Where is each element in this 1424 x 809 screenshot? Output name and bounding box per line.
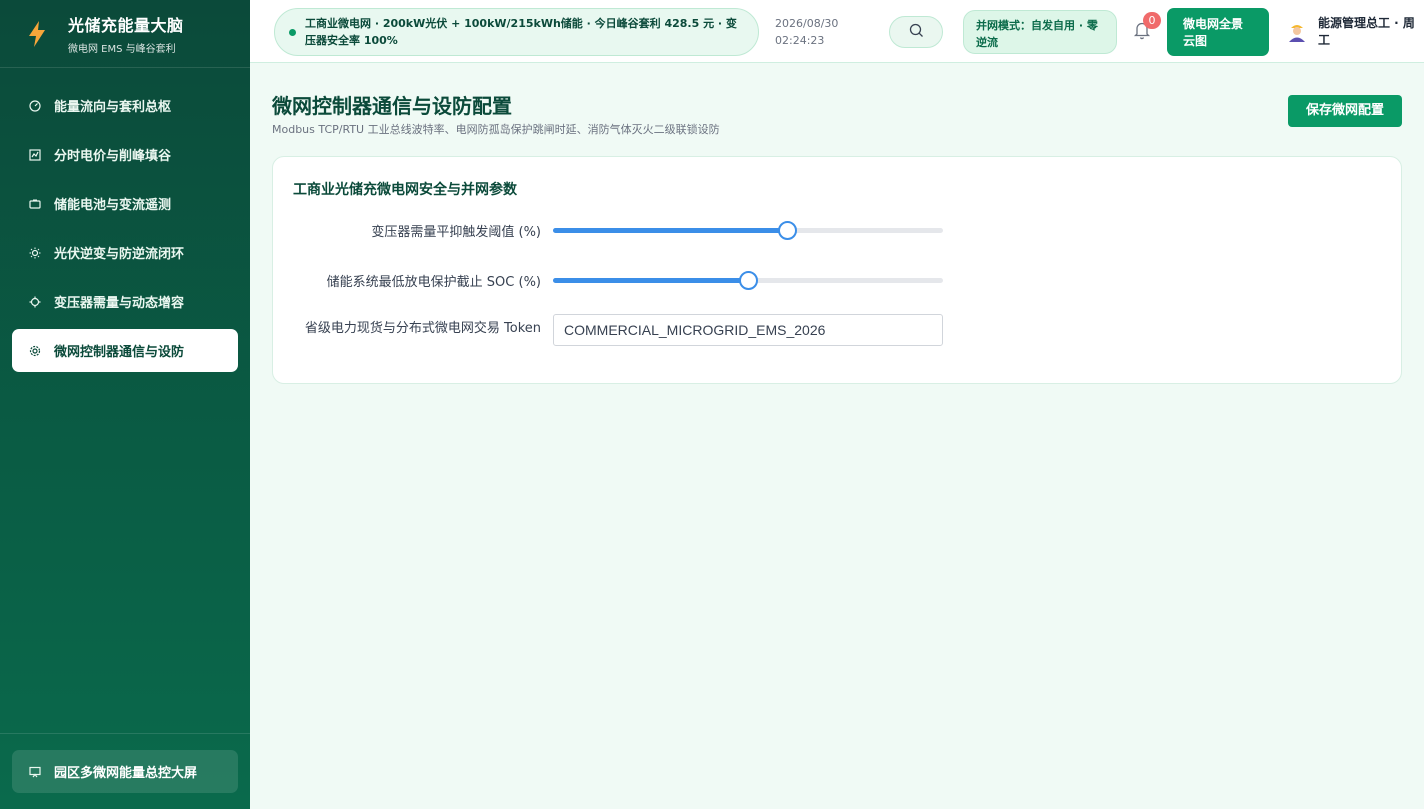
sidebar-item-label: 分时电价与削峰填谷 <box>54 149 172 164</box>
park-dashboard-label: 园区多微网能量总控大屏 <box>54 766 198 781</box>
brand: 光储充能量大脑 微电网 EMS 与峰谷套利 <box>0 0 250 68</box>
status-text: 工商业微电网 · 200kW光伏 + 100kW/215kWh储能 · 今日峰谷… <box>305 17 737 47</box>
sidebar-item-energy-flow[interactable]: 能量流向与套利总枢 <box>12 84 238 127</box>
slider-fill <box>553 228 787 233</box>
demand-threshold-slider[interactable] <box>553 221 943 240</box>
sidebar-nav: 能量流向与套利总枢 分时电价与削峰填谷 储能电池与变流遥测 光伏逆变与防逆流闭环… <box>0 68 250 372</box>
chart-icon <box>28 148 42 162</box>
time-text: 02:24:23 <box>775 34 825 47</box>
sidebar-item-transformer[interactable]: 变压器需量与动态增容 <box>12 280 238 323</box>
page-title: 微网控制器通信与设防配置 <box>272 94 512 118</box>
sidebar-item-tou-price[interactable]: 分时电价与削峰填谷 <box>12 133 238 176</box>
min-soc-label: 储能系统最低放电保护截止 SOC (%) <box>326 275 541 290</box>
page-subtitle: Modbus TCP/RTU 工业总线波特率、电网防孤岛保护跳闸时延、消防气体灭… <box>272 123 720 136</box>
slider-fill <box>553 278 748 283</box>
date-text: 2026/08/30 <box>775 17 839 30</box>
trade-token-input[interactable] <box>553 314 943 346</box>
save-config-button[interactable]: 保存微网配置 <box>1288 95 1402 127</box>
transformer-icon <box>28 295 42 309</box>
sidebar-item-label: 能量流向与套利总枢 <box>54 100 172 115</box>
status-banner: 工商业微电网 · 200kW光伏 + 100kW/215kWh储能 · 今日峰谷… <box>274 8 759 56</box>
brand-subtitle: 微电网 EMS 与峰谷套利 <box>68 44 176 55</box>
datetime: 2026/08/30 02:24:23 <box>775 15 838 49</box>
user-name[interactable]: 能源管理总工 · 周工 <box>1318 15 1418 49</box>
park-dashboard-button[interactable]: 园区多微网能量总控大屏 <box>12 750 238 793</box>
search-icon <box>909 23 924 42</box>
sidebar-item-label: 微网控制器通信与设防 <box>54 345 185 360</box>
status-dot-icon <box>289 28 296 36</box>
card-title: 工商业光储充微电网安全与并网参数 <box>293 182 517 198</box>
top-header: 工商业微电网 · 200kW光伏 + 100kW/215kWh储能 · 今日峰谷… <box>250 0 1424 63</box>
avatar[interactable] <box>1286 21 1308 43</box>
sidebar-item-label: 储能电池与变流遥测 <box>54 198 172 213</box>
sidebar-item-pv[interactable]: 光伏逆变与防逆流闭环 <box>12 231 238 274</box>
sidebar-footer: 园区多微网能量总控大屏 <box>0 733 250 809</box>
lightning-icon <box>26 19 48 49</box>
monitor-icon <box>28 765 42 779</box>
gauge-icon <box>28 99 42 113</box>
sidebar-item-controller[interactable]: 微网控制器通信与设防 <box>12 329 238 372</box>
sidebar-item-label: 变压器需量与动态增容 <box>54 296 185 311</box>
settings-card: 工商业光储充微电网安全与并网参数 变压器需量平抑触发阈值 (%) 储能系统最低放… <box>272 156 1402 384</box>
sidebar-item-label: 光伏逆变与防逆流闭环 <box>54 247 185 262</box>
sidebar: 光储充能量大脑 微电网 EMS 与峰谷套利 能量流向与套利总枢 分时电价与削峰填… <box>0 0 250 809</box>
sun-icon <box>28 246 42 260</box>
sidebar-item-battery[interactable]: 储能电池与变流遥测 <box>12 182 238 225</box>
main-content: 微网控制器通信与设防配置 Modbus TCP/RTU 工业总线波特率、电网防孤… <box>250 64 1424 809</box>
notification-badge: 0 <box>1143 12 1161 29</box>
slider-thumb[interactable] <box>739 271 758 290</box>
brand-title: 光储充能量大脑 <box>68 16 184 35</box>
gear-icon <box>28 344 42 358</box>
min-soc-slider[interactable] <box>553 271 943 290</box>
battery-icon <box>28 197 42 211</box>
search-button[interactable] <box>889 16 943 48</box>
panorama-cloud-button[interactable]: 微电网全景云图 <box>1167 8 1269 56</box>
slider-thumb[interactable] <box>778 221 797 240</box>
demand-threshold-label: 变压器需量平抑触发阈值 (%) <box>371 225 541 240</box>
trade-token-label: 省级电力现货与分布式微电网交易 Token <box>304 321 541 336</box>
grid-mode-badge: 并网模式：自发自用 · 零逆流 <box>963 10 1117 54</box>
